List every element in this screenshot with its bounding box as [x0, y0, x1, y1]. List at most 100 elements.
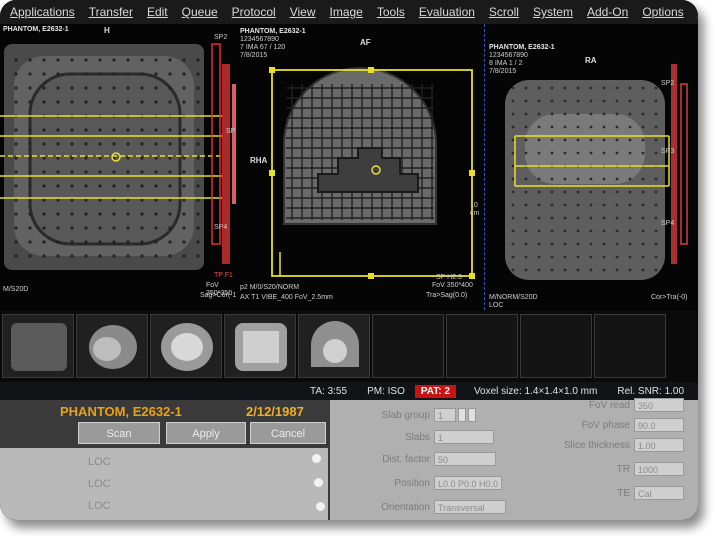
menu-bar: Applications Transfer Edit Queue Protocol Vie… [0, 0, 698, 24]
stepper-icon[interactable] [468, 408, 476, 422]
scan-button[interactable]: Scan [78, 422, 160, 444]
menu-item-image[interactable]: Image [330, 5, 363, 19]
status-pm: PM: ISO [367, 385, 405, 397]
mid-scale: 10 cm [470, 202, 480, 217]
sagittal-image [0, 43, 236, 270]
axial-image [269, 67, 475, 279]
thumbnail-empty [372, 314, 444, 378]
param-field[interactable]: 50 [434, 452, 496, 466]
mid-patient-id: 1234567890 [240, 36, 279, 43]
status-bar: TA: 3:55 PM: ISO PAT: 2 Voxel size: 1.4×… [0, 382, 698, 400]
param-label: TR [616, 464, 630, 475]
thumbnail[interactable] [2, 314, 74, 378]
radio-icon[interactable] [316, 502, 325, 511]
mid-orient-left: RHA [250, 156, 268, 165]
menu-item-add-on[interactable]: Add-On [587, 5, 628, 19]
protocol-panel: PHANTOM, E2632-1 2/12/1987 Scan Apply Ca… [0, 398, 698, 520]
param-label: FoV phase [581, 420, 630, 431]
status-snr: Rel. SNR: 1.00 [617, 385, 685, 397]
right-label-sp2: SP2 [661, 80, 675, 87]
left-label-sag: Sag>Cor(-1) [200, 292, 236, 299]
param-field[interactable]: 1 [434, 430, 494, 444]
right-corner: LOC [489, 302, 504, 309]
thumbnail[interactable] [76, 314, 148, 378]
param-label: Position [394, 478, 430, 489]
cancel-button[interactable]: Cancel [250, 422, 326, 444]
param-field[interactable]: 1.00 [634, 438, 684, 452]
param-label: FoV read [588, 400, 630, 411]
thumbnail-strip [0, 310, 698, 382]
menu-item-edit[interactable]: Edit [147, 5, 168, 19]
menu-item-queue[interactable]: Queue [182, 5, 218, 19]
thumbnail[interactable] [150, 314, 222, 378]
menu-item-options[interactable]: Options [642, 5, 683, 19]
viewport-coronal[interactable]: PHANTOM, E2632-1 1234567890 8 IMA 1 / 2 … [484, 24, 698, 310]
menu-item-system[interactable]: System [533, 5, 573, 19]
mid-orient-top: AF [360, 38, 371, 47]
patient-name: PHANTOM, E2632-1 [60, 404, 182, 419]
param-label: Slice thickness [563, 440, 630, 451]
right-date: 7/8/2015 [489, 68, 517, 75]
list-item[interactable]: LOC [88, 500, 111, 512]
apply-button[interactable]: Apply [166, 422, 246, 444]
thumbnail[interactable] [224, 314, 296, 378]
right-label-cor: Cor>Tra(-0) [651, 294, 688, 301]
menu-item-protocol[interactable]: Protocol [232, 5, 276, 19]
mid-caption2: AX T1 VIBE_400 FoV_2.5mm [240, 294, 333, 301]
param-label: Orientation [381, 502, 430, 513]
patient-dob: 2/12/1987 [246, 404, 304, 419]
radio-icon[interactable] [312, 454, 321, 463]
mid-caption1: p2 M/0/S20/NORM [240, 284, 300, 291]
viewport-sagittal[interactable]: PHANTOM, E2632-1 H M/S20D SP2 SP3 SP4 TP… [0, 24, 236, 310]
mid-info-fov: FoV 350*400 [432, 282, 473, 289]
stepper-icon[interactable] [458, 408, 466, 422]
list-item[interactable]: LOC [88, 478, 111, 490]
mid-date: 7/8/2015 [240, 52, 268, 59]
right-ima: 8 IMA 1 / 2 [489, 60, 523, 67]
left-label-sp4: SP4 [214, 224, 228, 231]
measurement-list: LOC LOC LOC [0, 448, 328, 520]
menu-item-transfer[interactable]: Transfer [89, 5, 133, 19]
param-label: TE [617, 488, 630, 499]
menu-item-scroll[interactable]: Scroll [489, 5, 519, 19]
param-field[interactable]: 90.0 [634, 418, 684, 432]
thumbnail-empty [594, 314, 666, 378]
menu-item-tools[interactable]: Tools [377, 5, 405, 19]
left-label-tp: TP F1 [214, 272, 233, 279]
left-patient-title: PHANTOM, E2632-1 [3, 26, 69, 33]
param-field[interactable]: 350 [634, 398, 684, 412]
mid-patient-title: PHANTOM, E2632-1 [240, 28, 306, 35]
thumbnail-empty [446, 314, 518, 378]
thumbnail[interactable] [298, 314, 370, 378]
param-field[interactable]: Cal [634, 486, 684, 500]
param-field[interactable]: Transversal [434, 500, 506, 514]
left-caption: M/S20D [3, 286, 29, 293]
right-label-sp4: SP4 [661, 220, 675, 227]
param-field[interactable]: L0.0 P0.0 H0.0 [434, 476, 502, 490]
thumbnail-empty [520, 314, 592, 378]
right-patient-title: PHANTOM, E2632-1 [489, 44, 555, 51]
param-label: Slabs [404, 432, 430, 443]
param-label: Slab group [381, 410, 430, 421]
menu-item-applications[interactable]: Applications [10, 5, 75, 19]
menu-item-evaluation[interactable]: Evaluation [419, 5, 475, 19]
left-orient-top: H [104, 26, 110, 35]
left-label-sp3: SP3 [226, 128, 236, 135]
list-item[interactable]: LOC [88, 456, 111, 468]
radio-icon[interactable] [314, 478, 323, 487]
mid-info-sp: SP H2.3 [436, 274, 462, 281]
mid-ima: 7 IMA 67 / 120 [240, 44, 286, 51]
status-pat-badge: PAT: 2 [414, 384, 456, 398]
param-label: Dist. factor [382, 454, 430, 465]
mid-info-tra: Tra>Sag(0.0) [426, 292, 468, 299]
status-ta: TA: 3:55 [310, 385, 348, 397]
parameter-card: Slab group 1 Slabs 1 Dist. factor 50 Pos… [330, 398, 698, 520]
right-label-sp3: SP3 [661, 148, 675, 155]
viewport-axial[interactable]: PHANTOM, E2632-1 1234567890 7 IMA 67 / 1… [236, 24, 485, 310]
menu-item-view[interactable]: View [290, 5, 316, 19]
param-field[interactable]: 1000 [634, 462, 684, 476]
param-field[interactable]: 1 [434, 408, 456, 422]
scanner-console: Applications Transfer Edit Queue Protocol Vie… [0, 0, 698, 520]
right-orient-top: RA [585, 56, 597, 65]
left-label-sp2: SP2 [214, 34, 228, 41]
